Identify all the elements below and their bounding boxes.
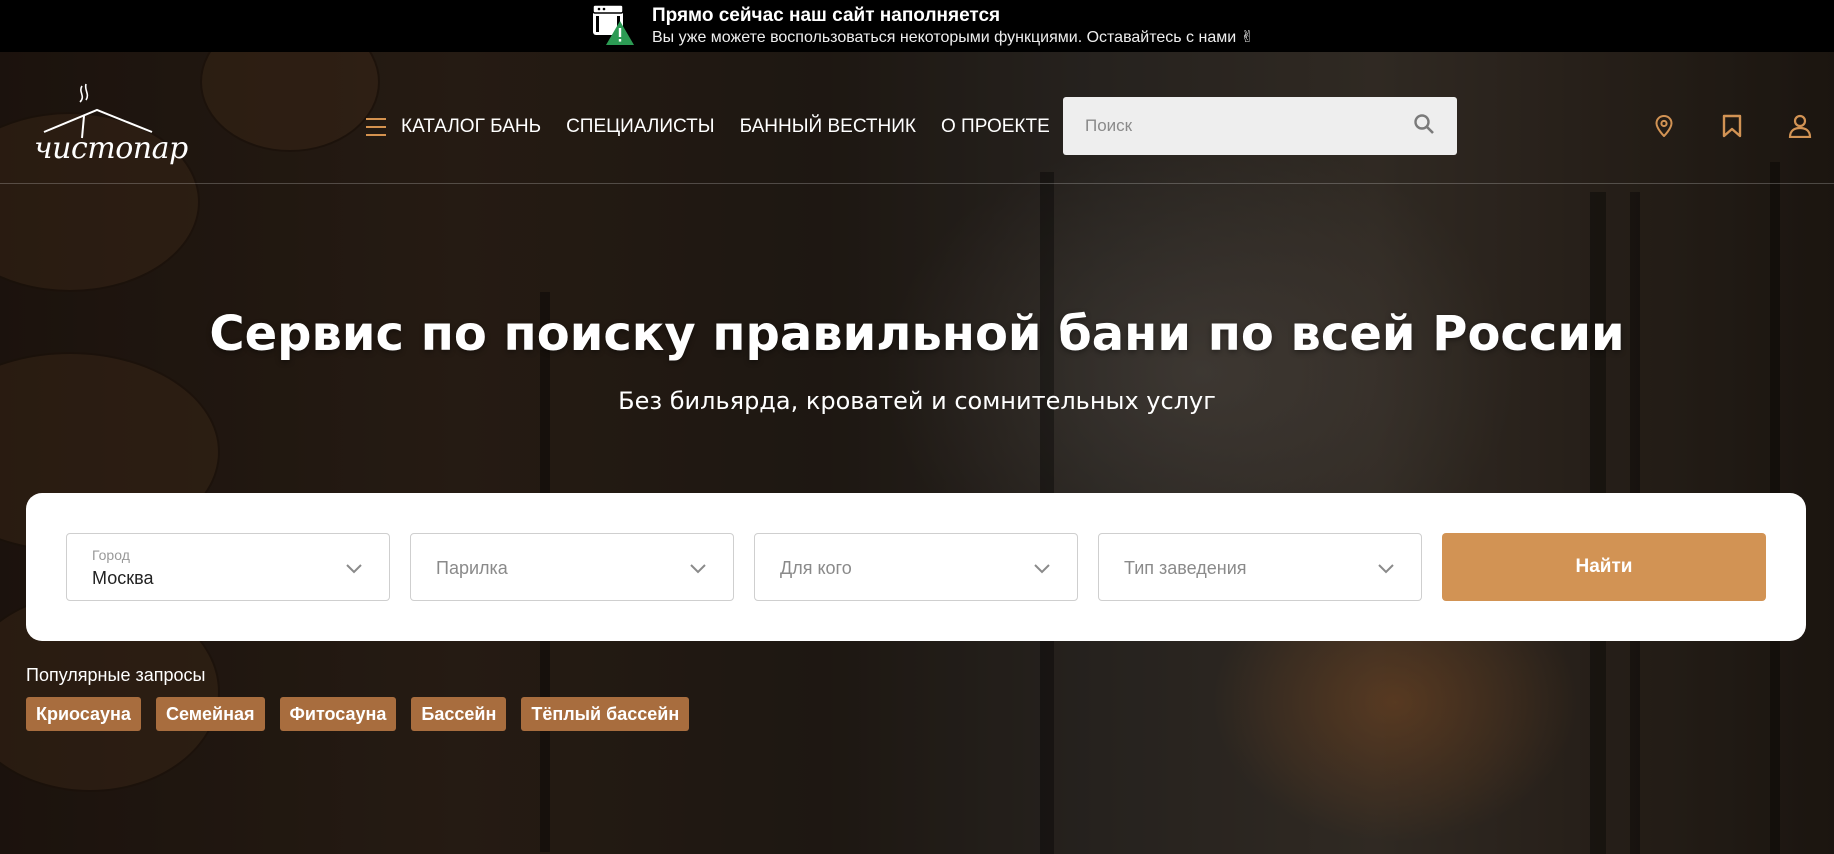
header-actions: [1650, 112, 1814, 140]
find-button[interactable]: Найти: [1442, 533, 1766, 601]
chevron-down-icon: [346, 564, 362, 574]
search-input[interactable]: [1085, 116, 1413, 136]
notice-bar: Прямо сейчас наш сайт наполняется Вы уже…: [0, 0, 1834, 52]
bookmark-icon[interactable]: [1718, 112, 1746, 140]
for-whom-placeholder: Для кого: [780, 558, 852, 578]
city-select-label: Город: [92, 547, 130, 563]
venue-type-placeholder: Тип заведения: [1124, 558, 1247, 578]
city-select[interactable]: Город Москва: [66, 533, 390, 601]
hero-subtitle: Без бильярда, кроватей и сомнительных ус…: [618, 387, 1216, 415]
site-header: чистопар КАТАЛОГ БАНЬ СПЕЦИАЛИСТЫ БАННЫЙ…: [0, 52, 1834, 184]
chevron-down-icon: [690, 564, 706, 574]
tag-pool[interactable]: Бассейн: [411, 697, 507, 731]
venue-type-select[interactable]: Тип заведения: [1098, 533, 1422, 601]
steam-room-placeholder: Парилка: [436, 558, 508, 578]
chevron-down-icon: [1034, 564, 1050, 574]
popular-queries-label: Популярные запросы: [26, 665, 206, 685]
chevron-down-icon: [1378, 564, 1394, 574]
browser-warning-icon: [590, 3, 638, 49]
for-whom-select[interactable]: Для кого: [754, 533, 1078, 601]
map-pin-icon[interactable]: [1650, 112, 1678, 140]
notice-title: Прямо сейчас наш сайт наполняется: [651, 5, 1001, 27]
tag-family[interactable]: Семейная: [155, 697, 265, 731]
tag-warm-pool[interactable]: Тёплый бассейн: [521, 697, 690, 731]
nav-specialists[interactable]: СПЕЦИАЛИСТЫ: [566, 116, 715, 138]
popular-tags: Криосауна Семейная Фитосауна Бассейн Тёп…: [26, 697, 690, 731]
nav-about[interactable]: О ПРОЕКТЕ: [941, 116, 1050, 138]
user-icon[interactable]: [1786, 112, 1814, 140]
search-box: [1063, 97, 1457, 155]
search-icon[interactable]: [1413, 113, 1435, 140]
steam-room-select[interactable]: Парилка: [410, 533, 734, 601]
city-select-value: Москва: [92, 568, 154, 588]
menu-icon[interactable]: [366, 118, 386, 136]
notice-subtitle: Вы уже можете воспользоваться некоторыми…: [651, 28, 1255, 46]
tag-cryosauna[interactable]: Криосауна: [26, 697, 141, 731]
search-filter-panel: Город Москва Парилка Для кого Тип заведе…: [26, 493, 1806, 641]
nav-catalog[interactable]: КАТАЛОГ БАНЬ: [401, 116, 541, 138]
hero-title: Сервис по поиску правильной бани по всей…: [209, 306, 1625, 362]
logo-text: чистопар: [34, 131, 188, 166]
nav-bath-herald[interactable]: БАННЫЙ ВЕСТНИК: [740, 116, 916, 138]
main-nav: КАТАЛОГ БАНЬ СПЕЦИАЛИСТЫ БАННЫЙ ВЕСТНИК …: [366, 116, 1050, 138]
tag-phytosauna[interactable]: Фитосауна: [279, 697, 397, 731]
logo[interactable]: чистопар: [34, 82, 188, 166]
